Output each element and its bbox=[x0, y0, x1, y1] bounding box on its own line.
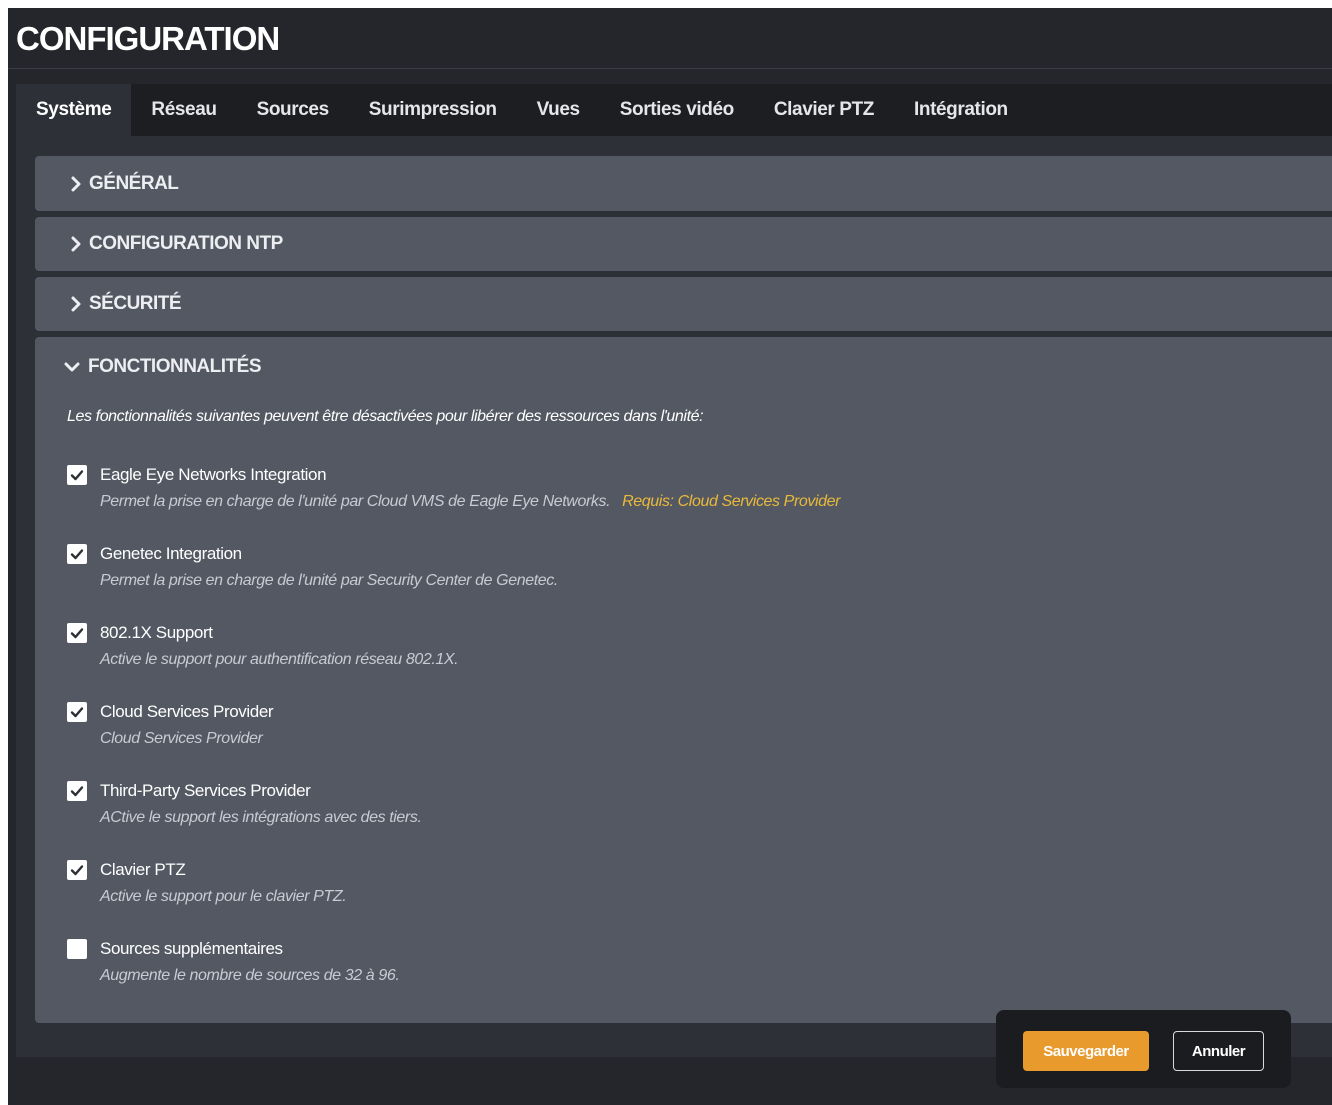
feature-item: Sources supplémentaires Augmente le nomb… bbox=[67, 937, 400, 985]
feature-description: Permet la prise en charge de l'unité par… bbox=[100, 572, 558, 589]
tab-reseau[interactable]: Réseau bbox=[131, 84, 236, 136]
tab-content: GÉNÉRAL CONFIGURATION NTP SÉCURITÉ FONCT… bbox=[16, 136, 1332, 1057]
feature-item: Eagle Eye Networks Integration Permet la… bbox=[67, 463, 840, 511]
features-intro-text: Les fonctionnalités suivantes peuvent êt… bbox=[67, 408, 704, 425]
feature-label: Sources supplémentaires bbox=[100, 939, 283, 958]
feature-item: Genetec Integration Permet la prise en c… bbox=[67, 542, 558, 590]
checkmark-icon bbox=[70, 786, 84, 797]
feature-checkbox-third-party[interactable] bbox=[67, 781, 87, 801]
section-ntp: CONFIGURATION NTP bbox=[35, 217, 1332, 271]
tab-clavier-ptz[interactable]: Clavier PTZ bbox=[754, 84, 894, 136]
page-title: CONFIGURATION bbox=[16, 20, 280, 57]
tab-integration[interactable]: Intégration bbox=[894, 84, 1028, 136]
feature-label: Third-Party Services Provider bbox=[100, 781, 311, 800]
tab-systeme[interactable]: Système bbox=[16, 84, 132, 136]
section-security-header[interactable]: SÉCURITÉ bbox=[67, 277, 182, 331]
section-features-header[interactable]: FONCTIONNALITÉS bbox=[63, 355, 262, 379]
chevron-right-icon bbox=[71, 176, 81, 191]
chevron-down-icon bbox=[64, 362, 80, 372]
feature-description: Cloud Services Provider bbox=[100, 730, 263, 747]
tab-sources[interactable]: Sources bbox=[237, 84, 349, 136]
section-security-title: SÉCURITÉ bbox=[89, 293, 182, 314]
checkmark-icon bbox=[70, 628, 84, 639]
section-general-title: GÉNÉRAL bbox=[89, 172, 179, 194]
feature-requirement: Requis: Cloud Services Provider bbox=[622, 493, 841, 510]
feature-label: Cloud Services Provider bbox=[100, 702, 274, 721]
feature-description: Augmente le nombre de sources de 32 à 96… bbox=[100, 967, 400, 984]
section-ntp-title: CONFIGURATION NTP bbox=[89, 233, 283, 254]
section-ntp-header[interactable]: CONFIGURATION NTP bbox=[67, 217, 283, 271]
feature-description: Active le support pour authentification … bbox=[100, 651, 459, 668]
section-general: GÉNÉRAL bbox=[35, 156, 1332, 211]
feature-description: Active le support pour le clavier PTZ. bbox=[100, 888, 347, 905]
cancel-button[interactable]: Annuler bbox=[1173, 1031, 1264, 1071]
feature-checkbox-eagle-eye[interactable] bbox=[67, 465, 87, 485]
feature-checkbox-genetec[interactable] bbox=[67, 544, 87, 564]
checkmark-icon bbox=[70, 865, 84, 876]
section-features: FONCTIONNALITÉS Les fonctionnalités suiv… bbox=[35, 337, 1332, 1023]
feature-item: Cloud Services Provider Cloud Services P… bbox=[67, 700, 274, 748]
checkmark-icon bbox=[70, 707, 84, 718]
feature-label: 802.1X Support bbox=[100, 623, 213, 642]
tab-vues[interactable]: Vues bbox=[517, 84, 600, 136]
header-divider bbox=[8, 68, 1332, 69]
chevron-right-icon bbox=[71, 236, 81, 252]
save-button[interactable]: Sauvegarder bbox=[1023, 1031, 1149, 1071]
feature-label: Eagle Eye Networks Integration bbox=[100, 465, 327, 484]
feature-description: Permet la prise en charge de l'unité par… bbox=[100, 493, 611, 510]
feature-checkbox-extra-sources[interactable] bbox=[67, 939, 87, 959]
feature-label: Genetec Integration bbox=[100, 544, 242, 563]
section-security: SÉCURITÉ bbox=[35, 277, 1332, 331]
checkmark-icon bbox=[70, 470, 84, 481]
feature-item: Third-Party Services Provider ACtive le … bbox=[67, 779, 422, 827]
app-window: CONFIGURATION Système Réseau Sources Sur… bbox=[8, 8, 1332, 1105]
chevron-right-icon bbox=[71, 296, 81, 312]
feature-description: ACtive le support les intégrations avec … bbox=[100, 809, 422, 826]
feature-checkbox-clavier-ptz[interactable] bbox=[67, 860, 87, 880]
section-features-title: FONCTIONNALITÉS bbox=[88, 356, 262, 377]
action-bar: Sauvegarder Annuler bbox=[996, 1010, 1291, 1088]
feature-checkbox-8021x[interactable] bbox=[67, 623, 87, 643]
tab-surimpression[interactable]: Surimpression bbox=[349, 84, 517, 136]
section-general-header[interactable]: GÉNÉRAL bbox=[67, 156, 179, 211]
feature-label: Clavier PTZ bbox=[100, 860, 186, 879]
tab-bar: Système Réseau Sources Surimpression Vue… bbox=[16, 84, 1332, 136]
tab-sorties-video[interactable]: Sorties vidéo bbox=[600, 84, 754, 136]
feature-checkbox-cloud-services[interactable] bbox=[67, 702, 87, 722]
checkmark-icon bbox=[70, 549, 84, 560]
feature-item: 802.1X Support Active le support pour au… bbox=[67, 621, 459, 669]
feature-item: Clavier PTZ Active le support pour le cl… bbox=[67, 858, 347, 906]
